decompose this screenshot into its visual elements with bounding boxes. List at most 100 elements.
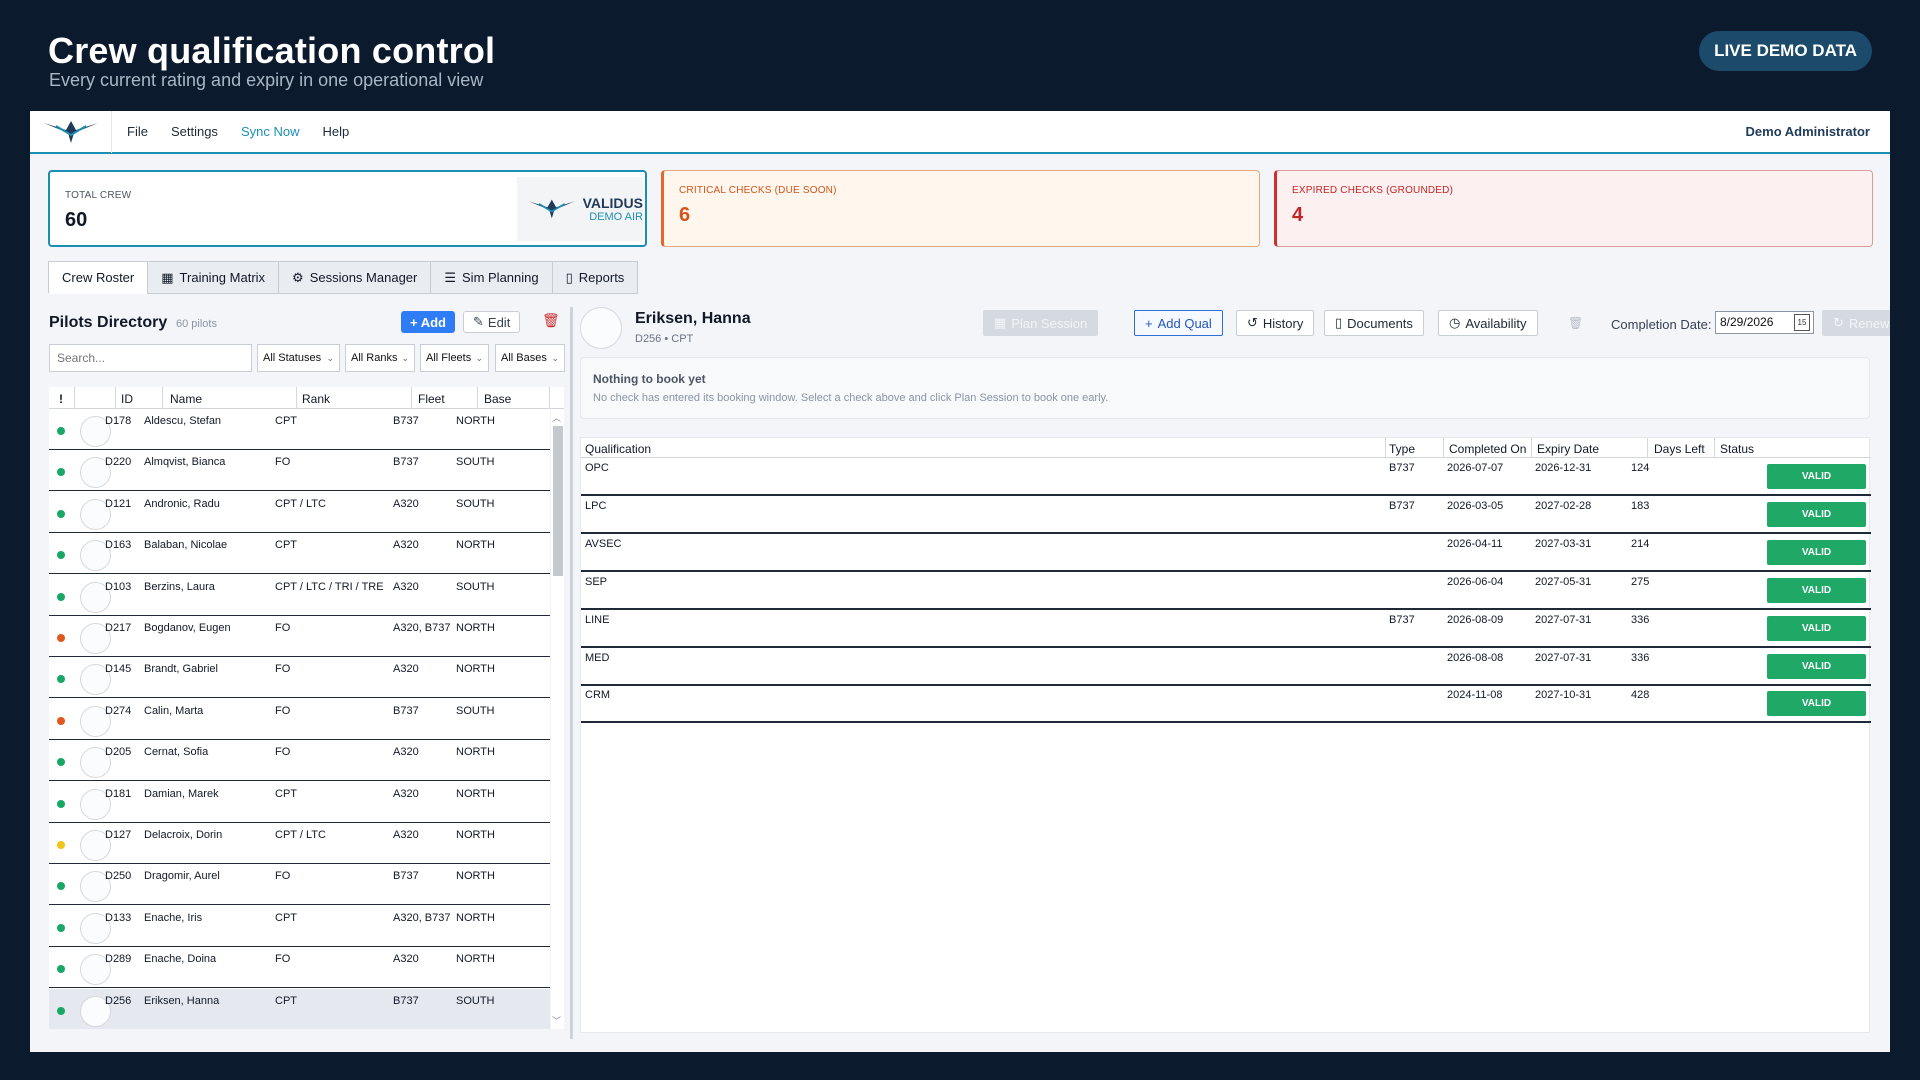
- refresh-icon: ↻: [1833, 315, 1844, 330]
- qual-completed: 2026-07-07: [1447, 462, 1504, 474]
- scroll-up-icon[interactable]: ︿: [552, 411, 561, 424]
- col-name[interactable]: Name: [170, 392, 202, 406]
- qual-completed: 2026-08-08: [1447, 651, 1504, 664]
- edit-pilot-button[interactable]: ✎ Edit: [463, 311, 521, 333]
- fleet-filter[interactable]: All Fleets ⌄: [420, 344, 489, 372]
- documents-button[interactable]: ▯ Documents: [1324, 310, 1424, 336]
- menu-help[interactable]: Help: [322, 124, 349, 139]
- pilot-fleet: B737: [393, 704, 419, 717]
- col-status[interactable]: Status: [1720, 442, 1754, 456]
- calendar-icon[interactable]: 15: [1794, 314, 1810, 331]
- documents-label: Documents: [1347, 315, 1413, 331]
- directory-table-header: ! ID Name Rank Fleet Base: [49, 387, 564, 409]
- trash-icon[interactable]: 🗑: [1568, 316, 1583, 330]
- critical-checks-card[interactable]: CRITICAL CHECKS (DUE SOON) 6: [661, 170, 1260, 247]
- qual-expiry: 2027-07-31: [1535, 613, 1592, 626]
- pilot-fleet: A320: [393, 953, 419, 966]
- scroll-down-icon[interactable]: ﹀: [552, 1014, 561, 1027]
- chevron-down-icon: ⌄: [326, 352, 334, 363]
- total-crew-label: TOTAL CREW: [65, 190, 132, 201]
- table-row[interactable]: D217 Bogdanov, Eugen FO A320, B737 NORTH: [49, 616, 550, 657]
- qualification-row[interactable]: LPC B737 2026-03-05 2027-02-28 183 VALID: [581, 496, 1871, 534]
- completion-date-input[interactable]: 8/29/2026 15: [1715, 311, 1814, 334]
- table-row[interactable]: D289 Enache, Doina FO A320 NORTH: [49, 947, 550, 989]
- col-rank[interactable]: Rank: [302, 392, 330, 406]
- tab-sim-planning[interactable]: ☰ Sim Planning: [430, 261, 553, 294]
- clock-icon: ◷: [1449, 315, 1461, 330]
- menu-file[interactable]: File: [127, 124, 148, 139]
- expired-checks-card[interactable]: EXPIRED CHECKS (GROUNDED) 4: [1274, 170, 1873, 247]
- table-row[interactable]: D220 Almqvist, Bianca FO B737 SOUTH: [49, 450, 550, 492]
- pilot-fleet: A320: [393, 580, 419, 593]
- table-row[interactable]: D181 Damian, Marek CPT A320 NORTH: [49, 781, 550, 823]
- qualification-row[interactable]: OPC B737 2026-07-07 2026-12-31 124 VALID: [581, 458, 1871, 496]
- pilot-name: Enache, Iris: [144, 911, 203, 924]
- expired-checks-value: 4: [1292, 204, 1304, 226]
- notice-title: Nothing to book yet: [593, 372, 706, 386]
- tab-sessions-manager[interactable]: ⚙ Sessions Manager: [278, 261, 432, 294]
- qualification-row[interactable]: CRM 2024-11-08 2027-10-31 428 VALID: [581, 685, 1871, 724]
- qualification-row[interactable]: SEP 2026-06-04 2027-05-31 275 VALID: [581, 572, 1871, 610]
- status-filter[interactable]: All Statuses ⌄: [257, 344, 340, 372]
- pilot-fleet: A320, B737: [393, 622, 451, 634]
- qualification-row[interactable]: MED 2026-08-08 2027-07-31 336 VALID: [581, 648, 1871, 686]
- tab-reports[interactable]: ▯ Reports: [551, 261, 639, 294]
- table-row[interactable]: D133 Enache, Iris CPT A320, B737 NORTH: [49, 905, 550, 947]
- col-type[interactable]: Type: [1389, 442, 1415, 456]
- col-completed-on[interactable]: Completed On: [1449, 442, 1526, 456]
- add-pilot-button[interactable]: + Add: [401, 311, 455, 333]
- pilot-rank: FO: [275, 953, 291, 966]
- status-dot-icon: [57, 965, 65, 974]
- search-input[interactable]: [49, 344, 252, 372]
- table-row[interactable]: D274 Calin, Marta FO B737 SOUTH: [49, 698, 550, 740]
- col-base[interactable]: Base: [484, 392, 511, 406]
- pilot-name: Brandt, Gabriel: [144, 663, 218, 676]
- pilot-id: D181: [105, 787, 132, 800]
- menu-settings[interactable]: Settings: [171, 124, 218, 139]
- pilot-base: NORTH: [456, 911, 495, 924]
- table-row[interactable]: D163 Balaban, Nicolae CPT A320 NORTH: [49, 533, 550, 575]
- history-button[interactable]: ↺ History: [1236, 310, 1315, 336]
- pilot-id: D250: [105, 870, 132, 883]
- pilot-name: Eriksen, Hanna: [635, 310, 751, 327]
- qual-type: B737: [1389, 462, 1415, 474]
- col-qualification[interactable]: Qualification: [585, 442, 651, 456]
- table-row[interactable]: D178 Aldescu, Stefan CPT B737 NORTH: [49, 409, 550, 450]
- current-user[interactable]: Demo Administrator: [1746, 124, 1870, 139]
- tab-training-matrix[interactable]: ▦ Training Matrix: [147, 261, 280, 294]
- qualification-row[interactable]: AVSEC 2026-04-11 2027-03-31 214 VALID: [581, 534, 1871, 572]
- col-status[interactable]: !: [59, 392, 63, 406]
- pilot-id: D220: [105, 456, 132, 469]
- tab-crew-roster[interactable]: Crew Roster: [48, 261, 149, 294]
- table-row[interactable]: D103 Berzins, Laura CPT / LTC / TRI / TRE A…: [49, 574, 550, 616]
- table-row[interactable]: D256 Eriksen, Hanna CPT B737 SOUTH: [49, 988, 550, 1029]
- status-badge: VALID: [1767, 577, 1866, 603]
- rank-filter[interactable]: All Ranks ⌄: [345, 344, 415, 372]
- table-row[interactable]: D127 Delacroix, Dorin CPT / LTC A320 NORTH: [49, 823, 550, 864]
- scroll-thumb[interactable]: [553, 426, 563, 576]
- directory-scrollbar[interactable]: ︿ ﹀: [551, 409, 564, 1029]
- add-qual-button[interactable]: + Add Qual: [1134, 310, 1223, 336]
- status-badge: VALID: [1767, 691, 1866, 717]
- base-filter[interactable]: All Bases ⌄: [495, 344, 565, 372]
- qual-days: 214: [1631, 537, 1650, 550]
- renew-button[interactable]: ↻ Renew: [1822, 310, 1890, 336]
- qualification-row[interactable]: LINE B737 2026-08-09 2027-07-31 336 VALID: [581, 610, 1871, 648]
- plan-session-button[interactable]: ▦ Plan Session: [983, 310, 1099, 336]
- col-fleet[interactable]: Fleet: [418, 392, 445, 406]
- col-expiry-date[interactable]: Expiry Date: [1537, 442, 1599, 456]
- table-row[interactable]: D145 Brandt, Gabriel FO A320 NORTH: [49, 657, 550, 699]
- trash-icon[interactable]: 🗑: [542, 312, 560, 329]
- critical-checks-value: 6: [679, 204, 691, 226]
- table-row[interactable]: D121 Andronic, Radu CPT / LTC A320 SOUTH: [49, 491, 550, 533]
- col-days-left[interactable]: Days Left: [1654, 442, 1705, 456]
- table-row[interactable]: D250 Dragomir, Aurel FO B737 NORTH: [49, 864, 550, 906]
- availability-button[interactable]: ◷ Availability: [1438, 310, 1538, 336]
- pilot-rank: FO: [275, 456, 291, 469]
- menu-sync-now[interactable]: Sync Now: [241, 124, 300, 139]
- col-id[interactable]: ID: [121, 392, 133, 406]
- qual-completed: 2026-03-05: [1447, 499, 1504, 512]
- table-row[interactable]: D205 Cernat, Sofia FO A320 NORTH: [49, 740, 550, 782]
- qual-expiry: 2027-05-31: [1535, 575, 1592, 588]
- panel-splitter[interactable]: [570, 307, 573, 1039]
